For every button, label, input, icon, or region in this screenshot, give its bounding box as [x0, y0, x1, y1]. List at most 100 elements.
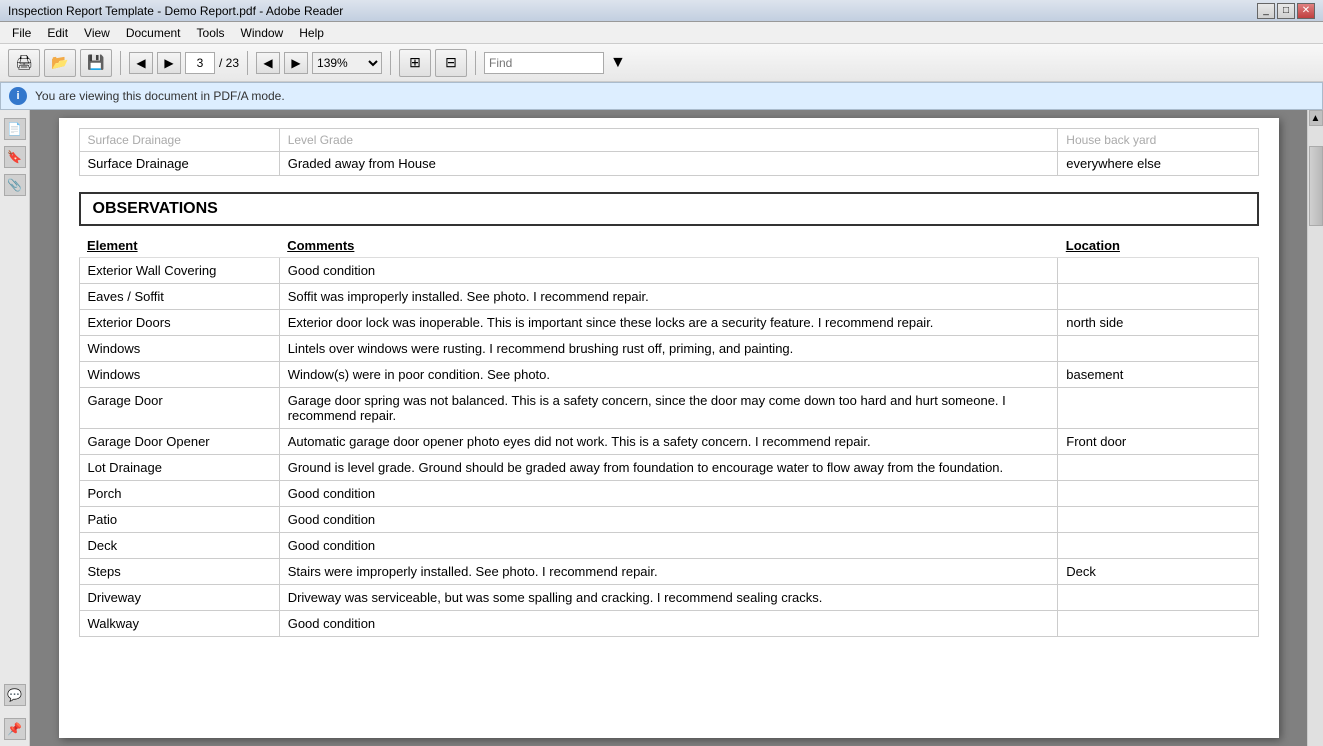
separator-3	[390, 51, 391, 75]
menu-help[interactable]: Help	[291, 24, 332, 42]
print-button[interactable]: 🖨	[8, 49, 40, 77]
separator-2	[247, 51, 248, 75]
find-dropdown-icon[interactable]: ▼	[608, 52, 628, 74]
summary-element-faded: Surface Drainage	[79, 129, 279, 152]
obs-location-2: north side	[1058, 310, 1258, 336]
obs-comment-10: Good condition	[279, 533, 1058, 559]
obs-element-3: Windows	[79, 336, 279, 362]
obs-element-0: Exterior Wall Covering	[79, 258, 279, 284]
table-row: Surface Drainage Level Grade House back …	[79, 129, 1258, 152]
obs-comment-0: Good condition	[279, 258, 1058, 284]
prev-page-button[interactable]: ◀	[129, 52, 153, 74]
summary-rating-faded: Level Grade	[279, 129, 1058, 152]
next-page-button[interactable]: ▶	[157, 52, 181, 74]
scroll-thumb[interactable]	[1309, 146, 1323, 226]
page-number-input[interactable]: 3	[185, 52, 215, 74]
zoom-select[interactable]: 139% 100% 75% 50%	[312, 52, 382, 74]
sidebar-icon-bookmark[interactable]: 🔖	[4, 146, 26, 168]
table-row: WindowsWindow(s) were in poor condition.…	[79, 362, 1258, 388]
sidebar-icon-attach[interactable]: 📎	[4, 174, 26, 196]
obs-element-10: Deck	[79, 533, 279, 559]
page-separator: / 23	[219, 56, 239, 70]
scrollbar[interactable]: ▲	[1307, 110, 1323, 746]
obs-location-1	[1058, 284, 1258, 310]
table-row: PatioGood condition	[79, 507, 1258, 533]
obs-element-1: Eaves / Soffit	[79, 284, 279, 310]
table-row: DeckGood condition	[79, 533, 1258, 559]
table-header-row: Element Comments Location	[79, 234, 1258, 258]
table-row: Surface Drainage Graded away from House …	[79, 152, 1258, 176]
obs-location-10	[1058, 533, 1258, 559]
title-bar: Inspection Report Template - Demo Report…	[0, 0, 1323, 22]
scroll-up-button[interactable]: ▲	[1309, 110, 1323, 126]
obs-comment-7: Ground is level grade. Ground should be …	[279, 455, 1058, 481]
save-button[interactable]: 💾	[80, 49, 112, 77]
obs-element-5: Garage Door	[79, 388, 279, 429]
menu-edit[interactable]: Edit	[39, 24, 76, 42]
table-row: Garage DoorGarage door spring was not ba…	[79, 388, 1258, 429]
obs-comment-9: Good condition	[279, 507, 1058, 533]
obs-comment-3: Lintels over windows were rusting. I rec…	[279, 336, 1058, 362]
menu-file[interactable]: File	[4, 24, 39, 42]
observations-title: OBSERVATIONS	[93, 200, 218, 217]
fit-width-button[interactable]: ⊟	[435, 49, 467, 77]
maximize-button[interactable]: □	[1277, 3, 1295, 19]
obs-location-13	[1058, 611, 1258, 637]
table-row: DrivewayDriveway was serviceable, but wa…	[79, 585, 1258, 611]
sidebar-icon-comment[interactable]: 💬	[4, 684, 26, 706]
zoom-in-button[interactable]: ▶	[284, 52, 308, 74]
obs-location-4: basement	[1058, 362, 1258, 388]
toolbar: 🖨 📂 💾 ◀ ▶ 3 / 23 ◀ ▶ 139% 100% 75% 50% ⊞…	[0, 44, 1323, 82]
pdf-page: Surface Drainage Level Grade House back …	[59, 118, 1279, 738]
summary-table: Surface Drainage Level Grade House back …	[79, 128, 1259, 176]
open-button[interactable]: 📂	[44, 49, 76, 77]
info-icon: i	[9, 87, 27, 105]
obs-element-8: Porch	[79, 481, 279, 507]
summary-location-1: everywhere else	[1058, 152, 1258, 176]
col-header-location: Location	[1058, 234, 1258, 258]
obs-comment-2: Exterior door lock was inoperable. This …	[279, 310, 1058, 336]
obs-location-6: Front door	[1058, 429, 1258, 455]
obs-element-13: Walkway	[79, 611, 279, 637]
menu-tools[interactable]: Tools	[189, 24, 233, 42]
obs-location-7	[1058, 455, 1258, 481]
page-nav: 3 / 23	[185, 52, 239, 74]
obs-location-9	[1058, 507, 1258, 533]
obs-comment-5: Garage door spring was not balanced. Thi…	[279, 388, 1058, 429]
summary-location-faded: House back yard	[1058, 129, 1258, 152]
obs-element-11: Steps	[79, 559, 279, 585]
menu-window[interactable]: Window	[233, 24, 292, 42]
obs-location-8	[1058, 481, 1258, 507]
minimize-button[interactable]: _	[1257, 3, 1275, 19]
menu-document[interactable]: Document	[118, 24, 189, 42]
obs-location-12	[1058, 585, 1258, 611]
observations-header: OBSERVATIONS	[79, 192, 1259, 226]
obs-comment-11: Stairs were improperly installed. See ph…	[279, 559, 1058, 585]
obs-element-6: Garage Door Opener	[79, 429, 279, 455]
obs-location-3	[1058, 336, 1258, 362]
table-row: Garage Door OpenerAutomatic garage door …	[79, 429, 1258, 455]
obs-location-0	[1058, 258, 1258, 284]
menu-view[interactable]: View	[76, 24, 118, 42]
observations-table: Element Comments Location Exterior Wall …	[79, 234, 1259, 637]
table-row: StepsStairs were improperly installed. S…	[79, 559, 1258, 585]
summary-rating-1: Graded away from House	[279, 152, 1058, 176]
zoom-out-button[interactable]: ◀	[256, 52, 280, 74]
find-input[interactable]	[484, 52, 604, 74]
fit-page-button[interactable]: ⊞	[399, 49, 431, 77]
sidebar-icon-page[interactable]: 📄	[4, 118, 26, 140]
col-header-comments: Comments	[279, 234, 1058, 258]
window-title: Inspection Report Template - Demo Report…	[8, 4, 343, 18]
separator-4	[475, 51, 476, 75]
close-button[interactable]: ✕	[1297, 3, 1315, 19]
table-row: Exterior DoorsExterior door lock was ino…	[79, 310, 1258, 336]
obs-comment-4: Window(s) were in poor condition. See ph…	[279, 362, 1058, 388]
obs-element-12: Driveway	[79, 585, 279, 611]
table-row: PorchGood condition	[79, 481, 1258, 507]
obs-comment-12: Driveway was serviceable, but was some s…	[279, 585, 1058, 611]
table-row: Eaves / SoffitSoffit was improperly inst…	[79, 284, 1258, 310]
obs-element-2: Exterior Doors	[79, 310, 279, 336]
sidebar-icon-paperclip[interactable]: 📌	[4, 718, 26, 740]
obs-location-11: Deck	[1058, 559, 1258, 585]
left-sidebar: 📄 🔖 📎 💬 📌	[0, 110, 30, 746]
